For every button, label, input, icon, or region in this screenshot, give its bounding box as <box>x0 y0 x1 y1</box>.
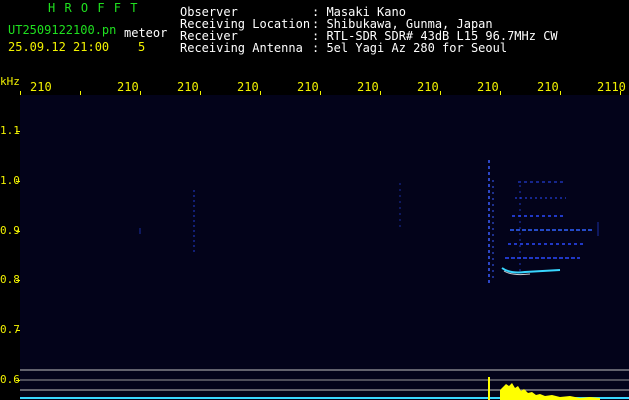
spectrogram-window: H R O F F T UT2509122100.pn meteor 25.09… <box>0 0 629 400</box>
spectrogram-plot <box>20 95 629 400</box>
info-label-antenna: Receiving Antenna <box>180 41 303 55</box>
y-axis-unit: kHz <box>0 75 20 88</box>
x-tick-label: 210 <box>117 80 139 94</box>
x-tick-label: 210 <box>237 80 259 94</box>
x-tick-label: 2110 <box>597 80 626 94</box>
x-tick-label: 210 <box>417 80 439 94</box>
info-value-antenna: : 5el Yagi Az 280 for Seoul <box>312 41 508 55</box>
x-tick-label: 210 <box>357 80 379 94</box>
x-tick-label: 210 <box>477 80 499 94</box>
detection-count: 5 <box>138 40 146 54</box>
x-tick-label: 210 <box>177 80 199 94</box>
app-title: H R O F F T <box>48 1 139 15</box>
type-label: meteor <box>124 26 168 40</box>
timestamp: 25.09.12 21:00 <box>8 40 110 54</box>
file-name: UT2509122100.pn <box>8 23 117 37</box>
x-tick-label: 210 <box>297 80 319 94</box>
x-tick-label: 210 <box>30 80 52 94</box>
x-tick-label: 210 <box>537 80 559 94</box>
